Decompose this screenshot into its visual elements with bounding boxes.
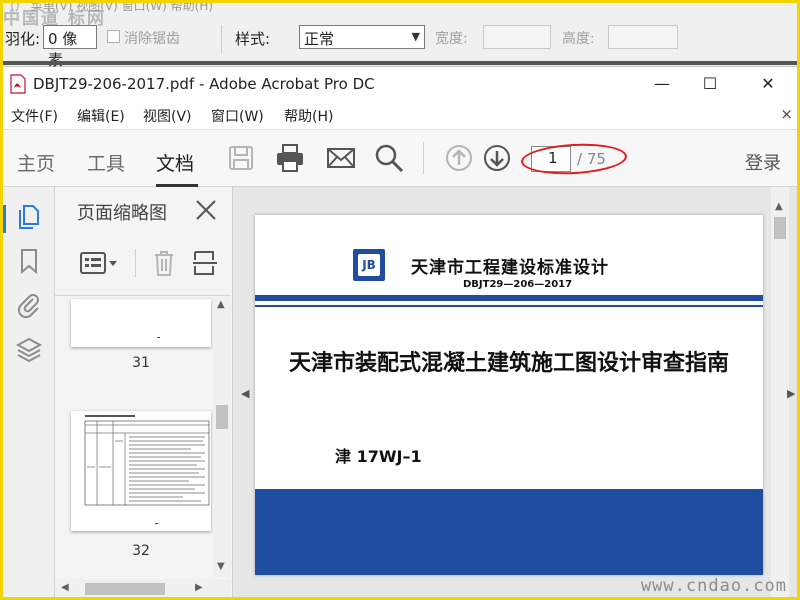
window-title-bar: DBJT29-206-2017.pdf - Adobe Acrobat Pro …: [3, 67, 797, 101]
menu-bar: 文件(F) 编辑(E) 视图(V) 窗口(W) 帮助(H) ×: [3, 101, 797, 129]
scrollbar-thumb[interactable]: [216, 405, 228, 429]
document-number: 津 17WJ–1: [335, 447, 422, 466]
scrollbar-thumb[interactable]: [85, 583, 165, 595]
pdf-page: JB 天津市工程建设标准设计 DBJT29—206—2017 天津市装配式混凝土…: [255, 215, 763, 575]
pdf-file-icon: [10, 74, 26, 94]
style-label: 样式:: [235, 30, 271, 48]
email-icon[interactable]: [325, 142, 357, 174]
previous-page-icon[interactable]: [443, 142, 475, 174]
feather-input[interactable]: 0 像素: [43, 25, 97, 69]
menu-edit[interactable]: 编辑(E): [77, 106, 125, 126]
search-icon[interactable]: [373, 142, 405, 174]
menu-file[interactable]: 文件(F): [11, 106, 58, 126]
tab-tools[interactable]: 工具: [87, 149, 125, 176]
print-icon[interactable]: [274, 142, 306, 174]
active-panel-indicator: [3, 205, 6, 233]
institute-name: 天津市工程建设标准设计: [411, 258, 609, 278]
jb-logo: JB: [353, 249, 385, 281]
antialias-checkbox[interactable]: [107, 30, 120, 43]
width-input[interactable]: [483, 25, 551, 49]
collapse-left-panel-icon[interactable]: ◀: [241, 387, 249, 400]
width-label: 宽度:: [435, 31, 468, 47]
login-button[interactable]: 登录: [745, 149, 781, 175]
thumbnails-panel-title: 页面缩略图: [77, 203, 167, 224]
host-menu-fragment: （） 菜单(V) 视图(V) 窗口(W) 帮助(H): [3, 3, 214, 13]
scrollbar-thumb[interactable]: [774, 217, 786, 239]
host-app-options-bar: （） 菜单(V) 视图(V) 窗口(W) 帮助(H) 中国道 标网 羽化: 0 …: [3, 3, 797, 69]
document-vertical-scrollbar[interactable]: ▲ ▶: [763, 187, 797, 597]
thumbnail-page-31[interactable]: [71, 299, 211, 347]
feather-label: 羽化:: [5, 30, 41, 48]
style-select[interactable]: 正常 ▼: [299, 25, 425, 49]
height-label: 高度:: [562, 31, 595, 47]
insert-page-icon[interactable]: [191, 249, 219, 277]
menu-view[interactable]: 视图(V): [143, 106, 192, 126]
chevron-down-icon: ▼: [411, 30, 420, 43]
style-select-value: 正常: [304, 30, 335, 48]
antialias-label: 消除锯齿: [124, 31, 180, 47]
site-watermark: www.cndao.com: [640, 576, 787, 596]
close-document-icon[interactable]: ×: [780, 105, 793, 123]
cover-blue-band: [255, 489, 763, 575]
attachment-icon[interactable]: [15, 291, 43, 319]
menu-help[interactable]: 帮助(H): [284, 106, 333, 126]
bookmark-icon[interactable]: [15, 247, 43, 275]
menu-window[interactable]: 窗口(W): [211, 106, 264, 126]
maximize-button[interactable]: ☐: [687, 71, 733, 97]
tab-home[interactable]: 主页: [17, 149, 55, 176]
window-title: DBJT29-206-2017.pdf - Adobe Acrobat Pro …: [33, 75, 375, 93]
expand-right-panel-icon[interactable]: ▶: [787, 387, 795, 400]
page-thumbnails-icon[interactable]: [15, 203, 43, 231]
close-button[interactable]: ✕: [745, 71, 791, 97]
thumbnails-vertical-scrollbar[interactable]: ▲ ▼: [213, 297, 231, 577]
save-icon[interactable]: [225, 142, 257, 174]
thumbnail-page-number: 32: [132, 543, 150, 559]
screenshot-frame: （） 菜单(V) 视图(V) 窗口(W) 帮助(H) 中国道 标网 羽化: 0 …: [0, 0, 800, 600]
minimize-button[interactable]: —: [639, 71, 685, 97]
page-thumbnails-panel: 页面缩略图 31 32 ▲ ▼ ◀ ▶: [55, 187, 233, 597]
standard-code: DBJT29—206—2017: [463, 279, 573, 290]
document-title: 天津市装配式混凝土建筑施工图设计审查指南: [288, 350, 729, 376]
document-view[interactable]: ◀ JB 天津市工程建设标准设计 DBJT29—206—2017 天津市装配式混…: [233, 187, 797, 597]
tab-document[interactable]: 文档: [156, 149, 194, 176]
navigation-rail: [3, 187, 55, 597]
close-panel-icon[interactable]: [193, 197, 219, 223]
thumbnail-page-number: 31: [132, 355, 150, 371]
next-page-icon[interactable]: [481, 142, 513, 174]
thumbnails-horizontal-scrollbar[interactable]: ◀ ▶: [55, 579, 231, 597]
height-input[interactable]: [608, 25, 678, 49]
thumbnail-page-32[interactable]: [71, 411, 211, 531]
main-toolbar: 主页 工具 文档 1 / 75 登录: [3, 129, 797, 187]
layers-icon[interactable]: [15, 335, 43, 363]
delete-page-icon[interactable]: [151, 249, 177, 277]
thumbnail-options-icon[interactable]: [79, 249, 119, 277]
